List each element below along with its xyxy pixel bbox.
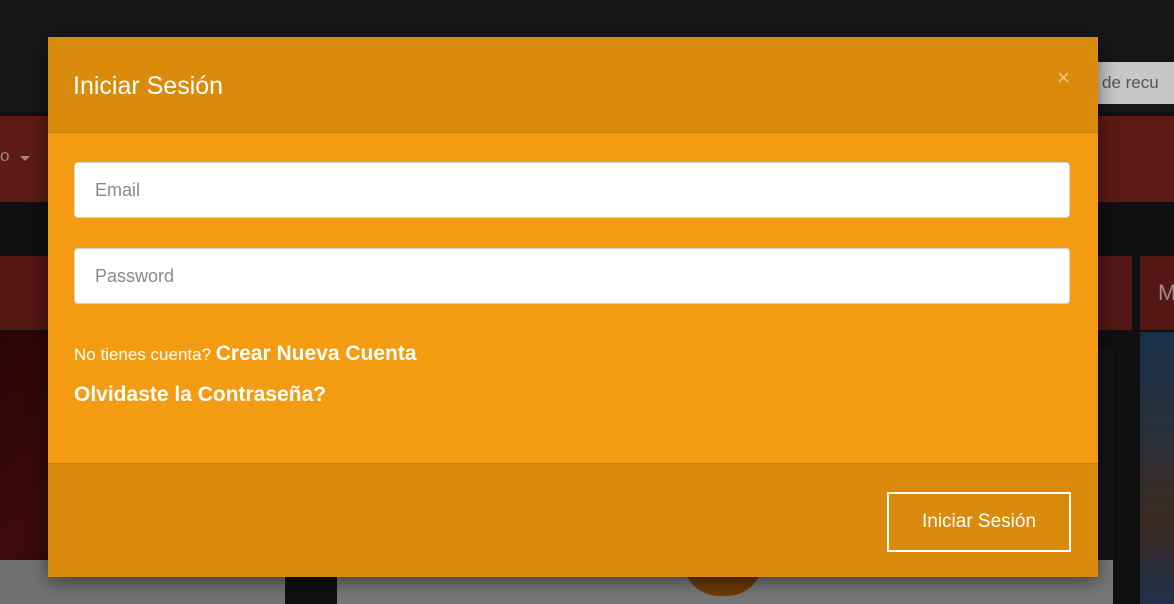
close-icon[interactable]: ×: [1057, 67, 1070, 89]
login-modal: Iniciar Sesión × No tienes cuenta? Crear…: [48, 37, 1098, 577]
password-field[interactable]: [74, 248, 1070, 304]
email-field[interactable]: [74, 162, 1070, 218]
modal-header: Iniciar Sesión ×: [48, 37, 1098, 133]
modal-title: Iniciar Sesión: [73, 72, 224, 100]
signup-prompt: No tienes cuenta? Crear Nueva Cuenta: [74, 342, 417, 366]
nav-item-label[interactable]: o: [0, 146, 9, 166]
search-input[interactable]: de recu: [1094, 62, 1174, 104]
forgot-password-link[interactable]: Olvidaste la Contraseña?: [74, 383, 326, 406]
forgot-password-row: Olvidaste la Contraseña?: [74, 383, 326, 407]
section-tab[interactable]: M: [1140, 256, 1174, 330]
content-image: [1140, 332, 1174, 604]
login-submit-button[interactable]: Iniciar Sesión: [887, 492, 1071, 552]
modal-footer: Iniciar Sesión: [48, 463, 1098, 577]
chevron-down-icon: [20, 156, 30, 161]
create-account-link[interactable]: Crear Nueva Cuenta: [216, 342, 417, 365]
no-account-text: No tienes cuenta?: [74, 345, 216, 364]
